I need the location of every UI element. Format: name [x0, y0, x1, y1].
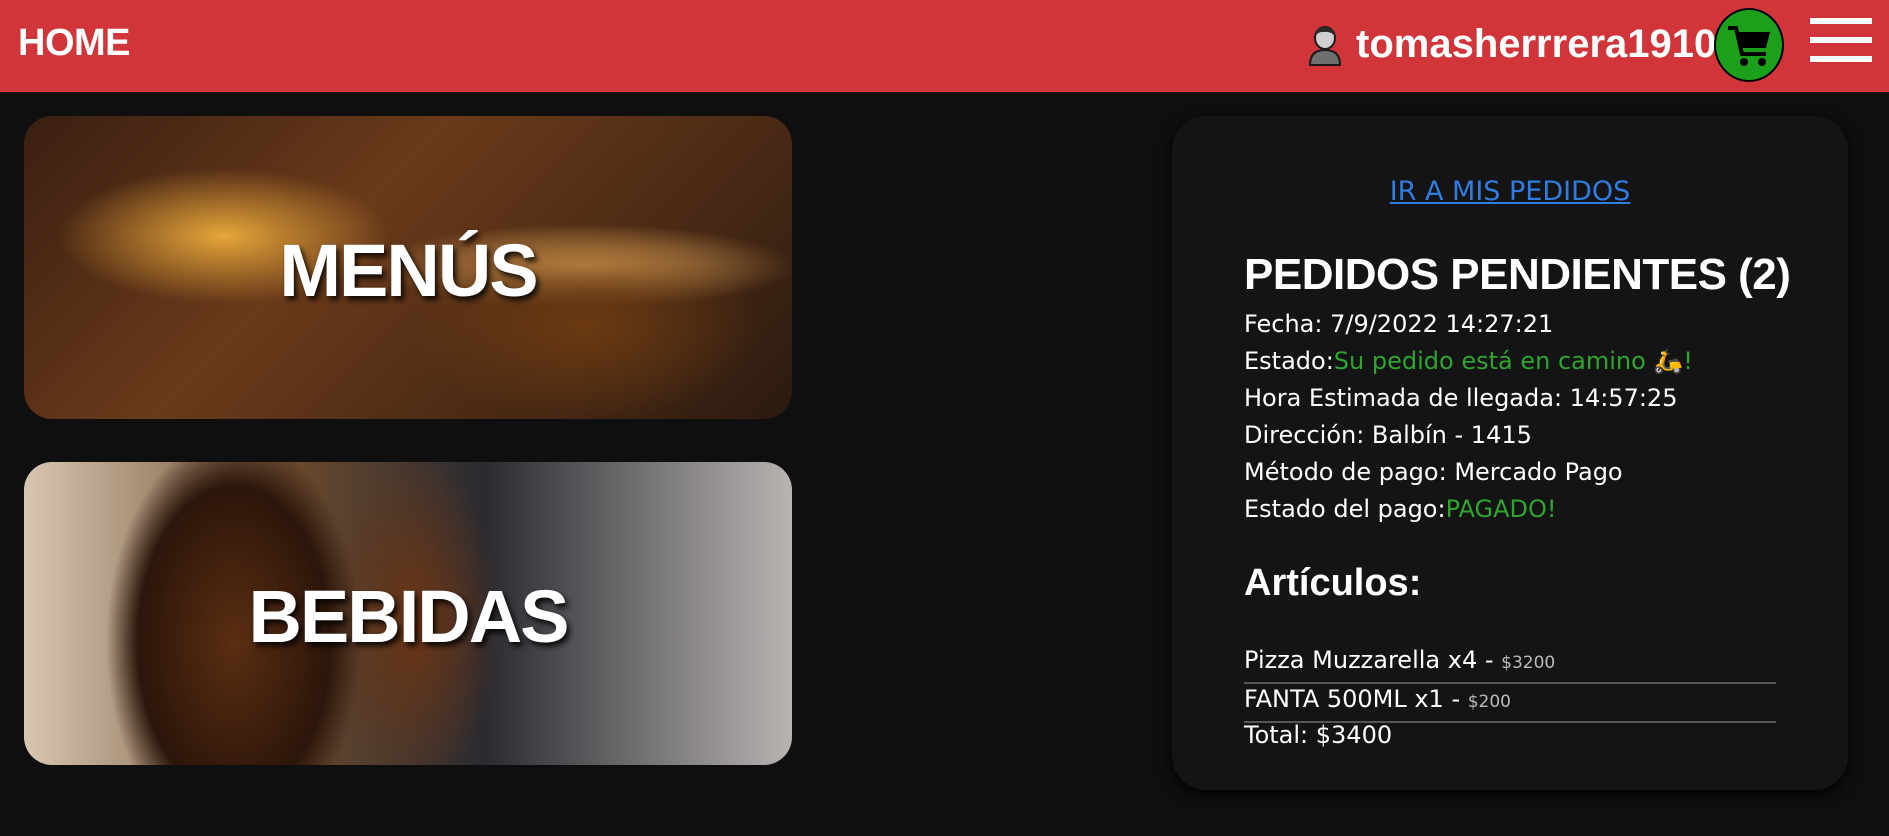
order-item-name: Pizza Muzzarella x4: [1244, 646, 1478, 674]
home-link[interactable]: HOME: [18, 22, 131, 65]
order-date-label: Fecha:: [1244, 310, 1331, 338]
cart-button[interactable]: [1714, 8, 1784, 82]
order-date-value: 7/9/2022 14:27:21: [1330, 310, 1554, 338]
pending-orders-title: PEDIDOS PENDIENTES (2): [1244, 250, 1791, 299]
bebidas-category-card[interactable]: BEBIDAS: [24, 462, 792, 765]
order-item-price: $3200: [1501, 653, 1556, 673]
menus-card-label: MENÚS: [279, 229, 538, 312]
order-payment-status: Estado del pago:PAGADO!: [1244, 495, 1557, 523]
order-status-value: Su pedido está en camino 🛵!: [1333, 347, 1693, 375]
order-eta-value: 14:57:25: [1569, 384, 1678, 412]
user-icon: [1308, 26, 1342, 66]
username[interactable]: tomasherrrera1910: [1356, 22, 1716, 67]
payment-method-value: Mercado Pago: [1454, 458, 1623, 486]
menu-hamburger-icon[interactable]: [1810, 18, 1872, 62]
order-status: Estado:Su pedido está en camino 🛵!: [1244, 347, 1693, 375]
order-eta-label: Hora Estimada de llegada:: [1244, 384, 1570, 412]
top-navbar: HOME tomasherrrera1910: [0, 0, 1889, 92]
order-status-label: Estado:: [1244, 347, 1334, 375]
order-payment-method: Método de pago: Mercado Pago: [1244, 458, 1623, 486]
menus-category-card[interactable]: MENÚS: [24, 116, 792, 419]
order-date: Fecha: 7/9/2022 14:27:21: [1244, 310, 1553, 338]
order-item-separator: -: [1477, 646, 1502, 674]
pending-orders-panel: IR A MIS PEDIDOS PEDIDOS PENDIENTES (2) …: [1172, 116, 1848, 790]
go-to-my-orders-link[interactable]: IR A MIS PEDIDOS: [1172, 176, 1848, 207]
order-item: Pizza Muzzarella x4 - $3200: [1244, 646, 1776, 684]
order-total-label: Total:: [1244, 721, 1316, 749]
order-address: Dirección: Balbín - 1415: [1244, 421, 1532, 449]
order-total: Total: $3400: [1244, 721, 1392, 749]
order-item-name: FANTA 500ML x1: [1244, 685, 1444, 713]
cart-icon: [1728, 26, 1770, 66]
order-address-label: Dirección:: [1244, 421, 1372, 449]
payment-status-value: PAGADO!: [1445, 495, 1557, 523]
order-item-price: $200: [1467, 692, 1511, 712]
order-address-value: Balbín - 1415: [1371, 421, 1532, 449]
order-eta: Hora Estimada de llegada: 14:57:25: [1244, 384, 1677, 412]
payment-method-label: Método de pago:: [1244, 458, 1455, 486]
articles-title: Artículos:: [1244, 562, 1422, 604]
order-item-separator: -: [1443, 685, 1468, 713]
payment-status-label: Estado del pago:: [1244, 495, 1446, 523]
bebidas-card-label: BEBIDAS: [248, 575, 569, 658]
order-item: FANTA 500ML x1 - $200: [1244, 685, 1776, 723]
order-total-value: $3400: [1315, 721, 1393, 749]
